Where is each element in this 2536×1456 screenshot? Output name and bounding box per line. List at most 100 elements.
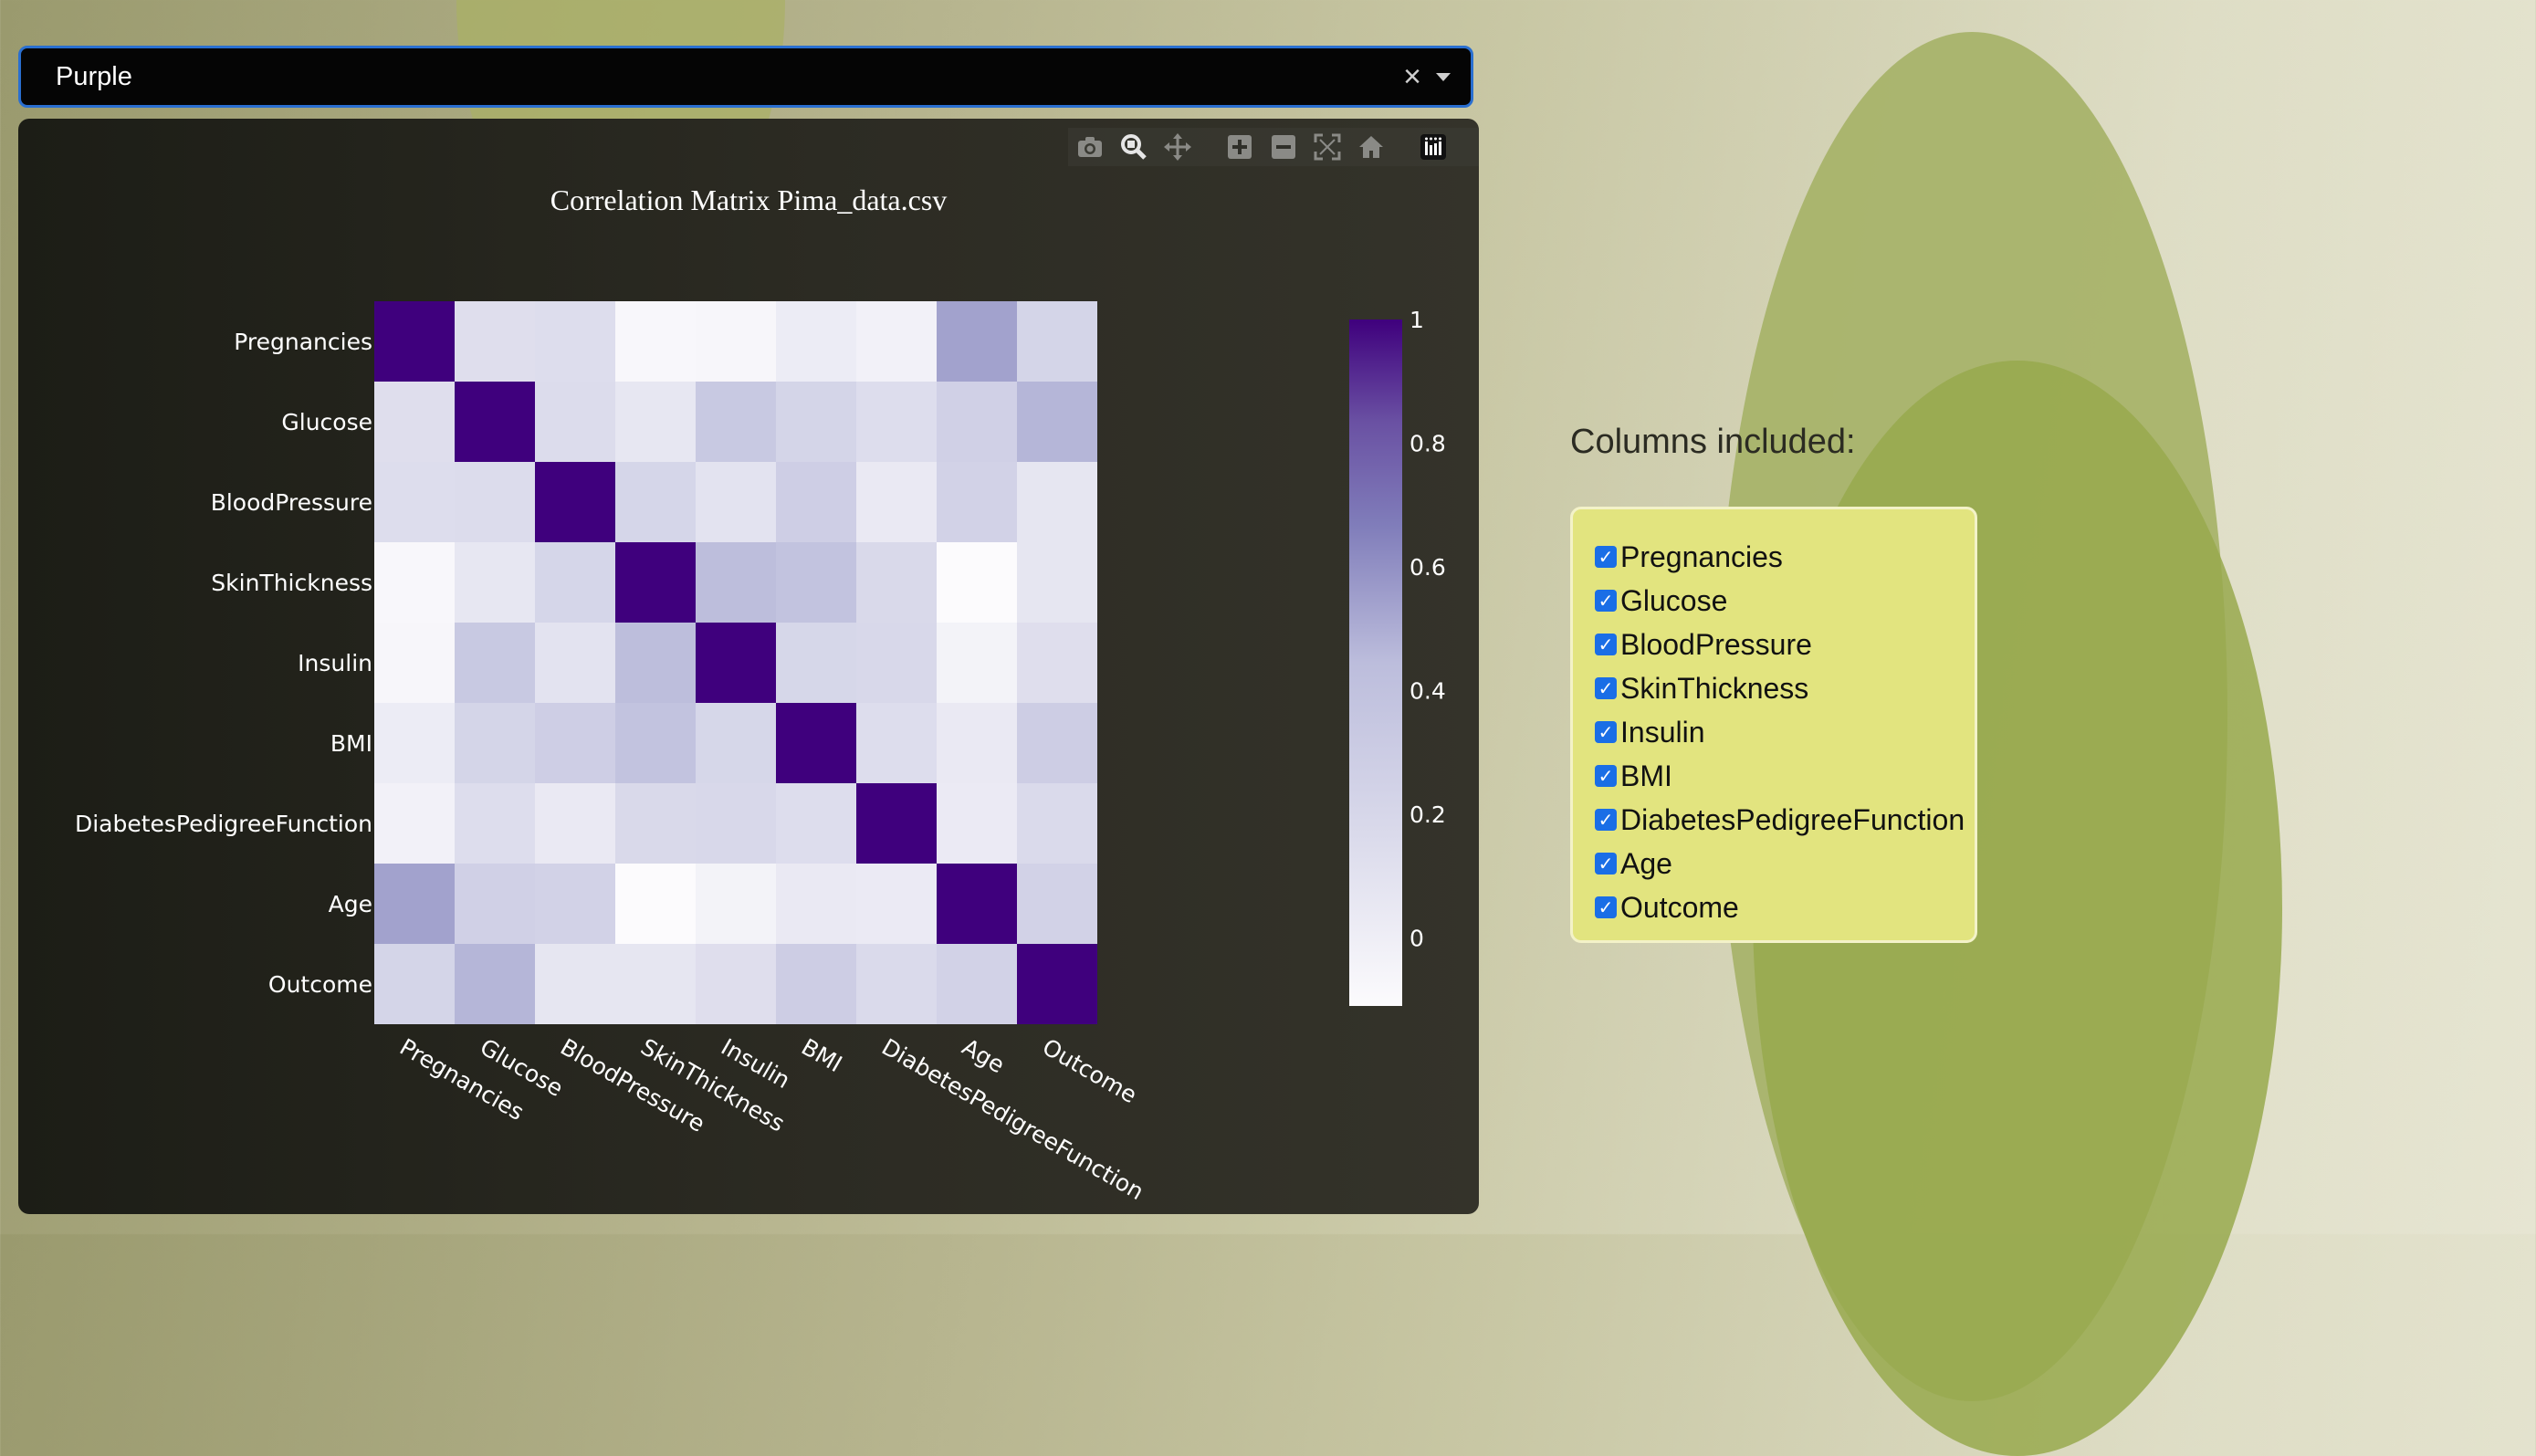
- heatmap-cell[interactable]: [455, 542, 535, 623]
- heatmap-cell[interactable]: [776, 301, 856, 382]
- heatmap-cell[interactable]: [856, 864, 937, 944]
- checkbox[interactable]: ✓: [1595, 721, 1617, 743]
- heatmap-cell[interactable]: [776, 462, 856, 542]
- heatmap-cell[interactable]: [856, 301, 937, 382]
- heatmap-cell[interactable]: [374, 623, 455, 703]
- heatmap-cell[interactable]: [856, 703, 937, 783]
- heatmap-cell[interactable]: [615, 944, 696, 1024]
- reset-axes-icon[interactable]: [1349, 128, 1393, 166]
- heatmap-cell[interactable]: [1017, 542, 1097, 623]
- heatmap-cell[interactable]: [374, 864, 455, 944]
- heatmap-cell[interactable]: [937, 623, 1017, 703]
- heatmap-cell[interactable]: [615, 301, 696, 382]
- plotly-logo-icon[interactable]: [1411, 128, 1455, 166]
- column-checkbox-item[interactable]: ✓ Pregnancies: [1595, 535, 1975, 579]
- heatmap-cell[interactable]: [696, 462, 776, 542]
- checkbox[interactable]: ✓: [1595, 765, 1617, 787]
- heatmap-cell[interactable]: [776, 864, 856, 944]
- heatmap-cell[interactable]: [374, 462, 455, 542]
- heatmap-cell[interactable]: [776, 783, 856, 864]
- heatmap-cell[interactable]: [455, 623, 535, 703]
- heatmap-cell[interactable]: [535, 623, 615, 703]
- column-checkbox-item[interactable]: ✓ BMI: [1595, 754, 1975, 798]
- heatmap-cell[interactable]: [374, 301, 455, 382]
- heatmap-cell[interactable]: [696, 944, 776, 1024]
- heatmap-cell[interactable]: [1017, 703, 1097, 783]
- heatmap-cell[interactable]: [696, 542, 776, 623]
- zoom-in-icon[interactable]: [1218, 128, 1262, 166]
- heatmap-cell[interactable]: [374, 703, 455, 783]
- heatmap-cell[interactable]: [1017, 382, 1097, 462]
- heatmap-cell[interactable]: [856, 542, 937, 623]
- heatmap-cell[interactable]: [455, 462, 535, 542]
- heatmap-cell[interactable]: [374, 783, 455, 864]
- heatmap-cell[interactable]: [696, 703, 776, 783]
- checkbox[interactable]: ✓: [1595, 809, 1617, 831]
- heatmap-cell[interactable]: [937, 542, 1017, 623]
- heatmap-cell[interactable]: [1017, 301, 1097, 382]
- checkbox[interactable]: ✓: [1595, 590, 1617, 612]
- heatmap-cell[interactable]: [856, 944, 937, 1024]
- checkbox[interactable]: ✓: [1595, 677, 1617, 699]
- heatmap-cell[interactable]: [535, 542, 615, 623]
- heatmap-cell[interactable]: [1017, 623, 1097, 703]
- heatmap-cell[interactable]: [937, 783, 1017, 864]
- heatmap-cell[interactable]: [535, 301, 615, 382]
- autoscale-icon[interactable]: [1305, 128, 1349, 166]
- heatmap-cell[interactable]: [535, 783, 615, 864]
- heatmap-cell[interactable]: [856, 462, 937, 542]
- zoom-icon[interactable]: [1112, 128, 1156, 166]
- heatmap-cell[interactable]: [856, 382, 937, 462]
- heatmap-cell[interactable]: [937, 382, 1017, 462]
- column-checkbox-item[interactable]: ✓ BloodPressure: [1595, 623, 1975, 666]
- column-checkbox-item[interactable]: ✓ Glucose: [1595, 579, 1975, 623]
- heatmap-cell[interactable]: [535, 703, 615, 783]
- heatmap-cell[interactable]: [776, 944, 856, 1024]
- heatmap-cell[interactable]: [455, 301, 535, 382]
- heatmap-cell[interactable]: [937, 703, 1017, 783]
- column-checkbox-item[interactable]: ✓ Insulin: [1595, 710, 1975, 754]
- checkbox[interactable]: ✓: [1595, 853, 1617, 875]
- heatmap-cell[interactable]: [1017, 864, 1097, 944]
- heatmap-cell[interactable]: [937, 864, 1017, 944]
- heatmap-cell[interactable]: [776, 623, 856, 703]
- heatmap-cell[interactable]: [615, 623, 696, 703]
- heatmap-cell[interactable]: [696, 382, 776, 462]
- heatmap-cell[interactable]: [776, 703, 856, 783]
- heatmap-cell[interactable]: [615, 783, 696, 864]
- checkbox[interactable]: ✓: [1595, 546, 1617, 568]
- heatmap-cell[interactable]: [615, 864, 696, 944]
- heatmap-cell[interactable]: [535, 462, 615, 542]
- checkbox[interactable]: ✓: [1595, 896, 1617, 918]
- heatmap-cell[interactable]: [374, 944, 455, 1024]
- heatmap-cell[interactable]: [937, 301, 1017, 382]
- heatmap-cell[interactable]: [937, 462, 1017, 542]
- heatmap-cell[interactable]: [696, 783, 776, 864]
- heatmap-cell[interactable]: [776, 542, 856, 623]
- heatmap-cell[interactable]: [696, 301, 776, 382]
- heatmap-cell[interactable]: [937, 944, 1017, 1024]
- heatmap-cell[interactable]: [615, 382, 696, 462]
- heatmap-cell[interactable]: [455, 944, 535, 1024]
- clear-icon[interactable]: ×: [1394, 59, 1430, 95]
- chevron-down-icon[interactable]: [1436, 72, 1451, 81]
- heatmap-cell[interactable]: [696, 623, 776, 703]
- pan-icon[interactable]: [1156, 128, 1200, 166]
- heatmap-cell[interactable]: [856, 783, 937, 864]
- heatmap-cell[interactable]: [374, 382, 455, 462]
- heatmap-cell[interactable]: [455, 864, 535, 944]
- heatmap-cell[interactable]: [615, 542, 696, 623]
- zoom-out-icon[interactable]: [1262, 128, 1305, 166]
- heatmap-cell[interactable]: [615, 462, 696, 542]
- heatmap-cell[interactable]: [455, 703, 535, 783]
- checkbox[interactable]: ✓: [1595, 634, 1617, 655]
- column-checkbox-item[interactable]: ✓ Outcome: [1595, 885, 1975, 929]
- heatmap-cell[interactable]: [776, 382, 856, 462]
- heatmap-cell[interactable]: [374, 542, 455, 623]
- column-checkbox-item[interactable]: ✓ DiabetesPedigreeFunction: [1595, 798, 1975, 842]
- heatmap-cell[interactable]: [535, 944, 615, 1024]
- heatmap-cell[interactable]: [535, 864, 615, 944]
- heatmap-cell[interactable]: [1017, 462, 1097, 542]
- heatmap-cell[interactable]: [535, 382, 615, 462]
- heatmap-cell[interactable]: [856, 623, 937, 703]
